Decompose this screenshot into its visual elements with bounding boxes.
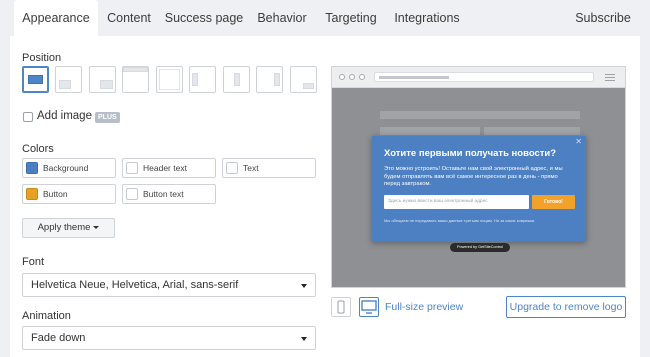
font-label: Font [22,256,45,268]
button-color-field[interactable]: Button [22,184,116,204]
popup-email-input: Здесь нужно ввести ваш электронный адрес [384,195,529,209]
desktop-preview-button[interactable] [359,297,379,317]
tab-targeting[interactable]: Targeting [318,0,384,36]
menu-icon [605,77,615,78]
colors-label: Colors [22,143,54,155]
position-center-slide[interactable] [223,66,250,93]
button-text-color-label: Button text [143,189,184,199]
top-bar-icon [123,67,148,72]
position-center-modal[interactable] [22,66,49,93]
text-color-label: Text [243,163,259,173]
powered-by-badge: Powered by GetSiteControl [450,243,510,252]
popup-privacy-note: Мы обещаем не передавать ваши данные тре… [384,218,536,223]
menu-icon [605,80,615,81]
placeholder-line [380,111,580,119]
position-bottom-center[interactable] [89,66,116,93]
position-right-slide[interactable] [256,66,283,93]
position-left-slide[interactable] [189,66,216,93]
bottom-right-icon [303,83,314,89]
popup-text: Это можно устроить! Оставьте нам свой эл… [384,166,563,187]
tab-content[interactable]: Content [100,0,158,36]
header-text-swatch [126,162,138,174]
tab-integrations[interactable]: Integrations [388,0,466,36]
popup-title: Хотите первыми получать новости? [384,148,557,159]
left-slide-icon [192,73,198,86]
animation-label: Animation [22,310,71,322]
header-text-color-field[interactable]: Header text [122,158,216,178]
apply-theme-label: Apply theme [37,222,91,233]
button-text-swatch [126,188,138,200]
plus-badge: PLUS [95,112,120,123]
popup-submit-button: Готово! [532,195,575,209]
chevron-down-icon [301,337,307,341]
full-size-preview-link[interactable]: Full-size preview [385,301,463,313]
center-modal-icon [28,75,43,84]
button-swatch [26,188,38,200]
placeholder-line [484,127,580,135]
background-swatch [26,162,38,174]
position-fullscreen[interactable] [156,66,183,93]
bottom-center-icon [100,80,113,89]
font-select[interactable]: Helvetica Neue, Helvetica, Arial, sans-s… [22,273,316,297]
subscribe-link[interactable]: Subscribe [572,0,634,36]
background-color-field[interactable]: Background [22,158,116,178]
tab-bar: Appearance Content Success page Behavior… [0,0,650,36]
tab-success-page[interactable]: Success page [162,0,246,36]
mobile-icon [337,300,345,314]
font-select-value: Helvetica Neue, Helvetica, Arial, sans-s… [31,279,239,291]
desktop-icon [361,300,377,314]
position-label: Position [22,52,62,64]
menu-icon [605,74,615,75]
upgrade-button[interactable]: Upgrade to remove logo [506,296,626,318]
button-text-color-field[interactable]: Button text [122,184,216,204]
header-text-color-label: Header text [143,163,187,173]
text-color-field[interactable]: Text [222,158,316,178]
widget-preview: ✕ Хотите первыми получать новости? Это м… [331,66,626,288]
text-swatch [226,162,238,174]
add-image-checkbox[interactable] [23,112,33,122]
chevron-down-icon [301,284,307,288]
popup-widget: ✕ Хотите первыми получать новости? Это м… [372,136,586,242]
position-bottom-left[interactable] [55,66,82,93]
apply-theme-button[interactable]: Apply theme [22,218,115,238]
position-bottom-right[interactable] [290,66,317,93]
mobile-preview-button[interactable] [331,297,351,317]
animation-select-value: Fade down [31,332,86,344]
right-slide-icon [274,73,280,86]
preview-address-bar [374,72,594,82]
browser-dot-icon [339,74,345,80]
fullscreen-icon [159,69,180,90]
tab-behavior[interactable]: Behavior [250,0,314,36]
background-color-label: Background [43,163,89,173]
add-image-label[interactable]: Add image [37,110,92,122]
center-slide-icon [234,73,240,86]
preview-browser-bar [332,67,625,88]
browser-dot-icon [359,74,365,80]
close-icon: ✕ [575,137,582,146]
bottom-left-icon [59,80,71,89]
browser-dot-icon [349,74,355,80]
caret-down-icon [93,225,100,229]
animation-select[interactable]: Fade down [22,326,316,350]
position-top-bar[interactable] [122,66,149,93]
button-color-label: Button [43,189,68,199]
placeholder-line [380,127,480,135]
tab-appearance[interactable]: Appearance [14,0,98,36]
